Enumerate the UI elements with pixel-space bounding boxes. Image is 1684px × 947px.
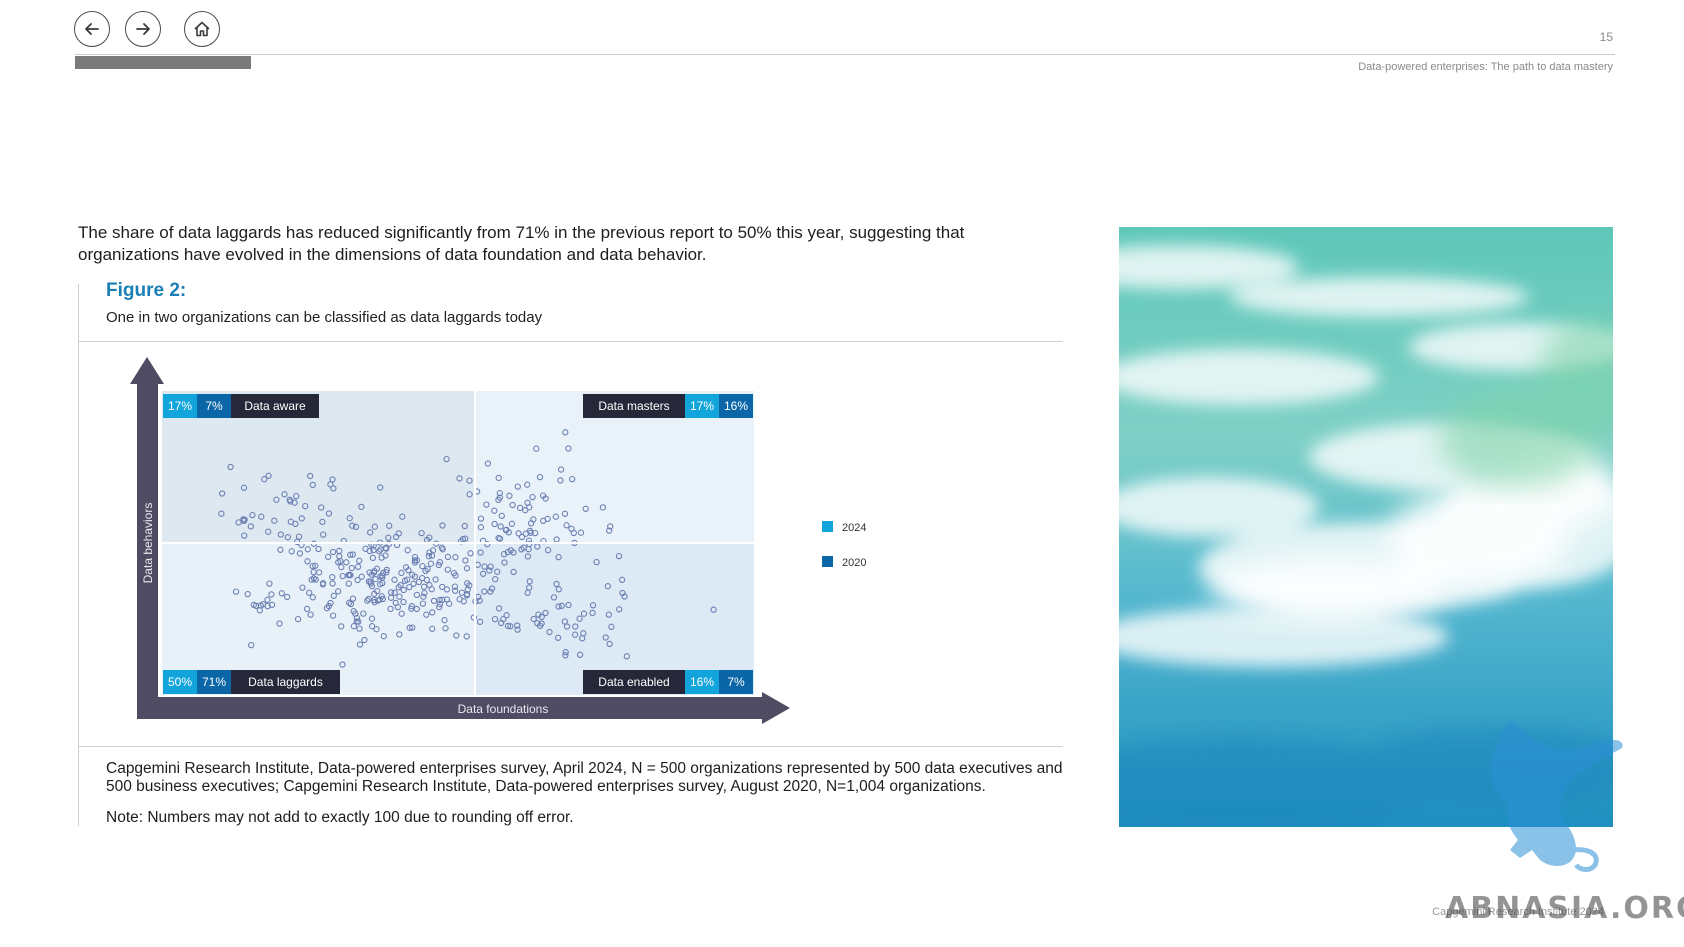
watermark-griffin-logo xyxy=(1490,720,1623,872)
legend-label-2024: 2024 xyxy=(842,522,866,534)
quadrant-value-2020-data-enabled: 7% xyxy=(727,675,745,689)
y-axis-arrowhead xyxy=(130,357,164,384)
quadrant-value-2020-data-masters: 16% xyxy=(724,399,748,413)
quadrant-label-data-masters: Data masters xyxy=(598,399,669,413)
quadrant-value-2024-data-masters: 17% xyxy=(690,399,714,413)
quadrant-label-data-aware: Data aware xyxy=(244,399,306,413)
quadrant-value-2024-data-laggards: 50% xyxy=(168,675,192,689)
quadrant-value-2024-data-aware: 17% xyxy=(168,399,192,413)
quadrant-label-data-enabled: Data enabled xyxy=(598,675,669,689)
x-axis-arrowhead xyxy=(762,692,790,724)
watermark-text: ABNASIA.ORG xyxy=(1445,891,1684,926)
quadrant-label-data-laggards: Data laggards xyxy=(248,675,323,689)
legend-swatch-2024 xyxy=(822,521,833,532)
quadrant-value-2024-data-enabled: 16% xyxy=(690,675,714,689)
y-axis-label: Data behaviors xyxy=(141,503,155,584)
rounding-note: Note: Numbers may not add to exactly 100… xyxy=(106,809,574,826)
quadrant-value-2020-data-aware: 7% xyxy=(205,399,223,413)
legend-swatch-2020 xyxy=(822,556,833,567)
legend-label-2020: 2020 xyxy=(842,557,866,569)
x-axis xyxy=(137,697,764,719)
source-note: Capgemini Research Institute, Data-power… xyxy=(106,760,1063,795)
x-axis-label: Data foundations xyxy=(458,702,549,716)
quadrant-value-2020-data-laggards: 71% xyxy=(202,675,226,689)
